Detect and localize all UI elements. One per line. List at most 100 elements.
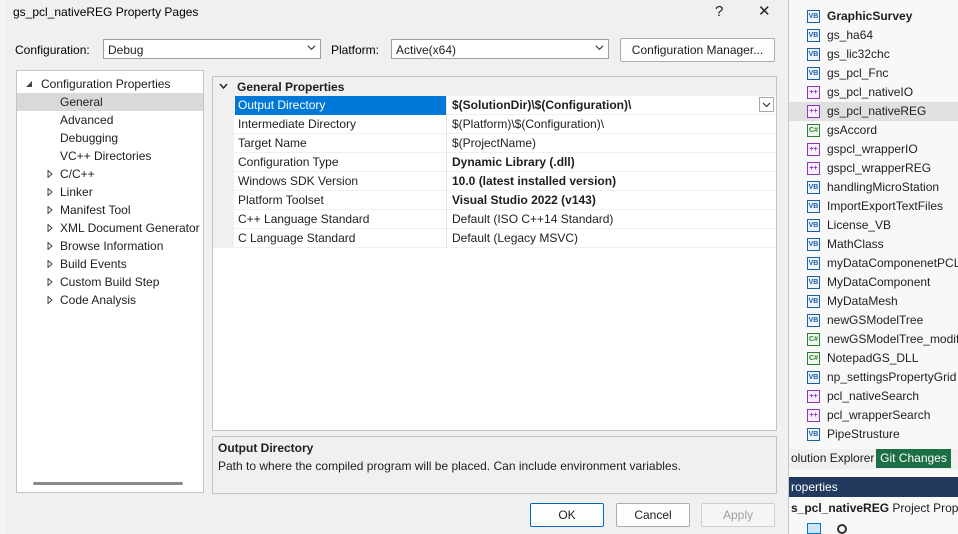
solution-project-item[interactable]: VB License_VB: [789, 216, 958, 235]
solution-project-item[interactable]: ++ gs_pcl_nativeIO: [789, 83, 958, 102]
property-row[interactable]: Target Name $(ProjectName): [213, 134, 776, 153]
vb-project-icon: VB: [807, 428, 820, 441]
solution-project-item[interactable]: ++ pcl_nativeSearch: [789, 387, 958, 406]
tree-item-label: Browse Information: [60, 239, 164, 253]
tree-item[interactable]: Manifest Tool: [17, 201, 203, 219]
project-label: np_settingsPropertyGrid: [827, 370, 957, 384]
tab-git-changes[interactable]: Git Changes: [876, 449, 951, 468]
collapsed-triangle-icon[interactable]: [47, 188, 53, 196]
solution-project-item[interactable]: VB newGSModelTree: [789, 311, 958, 330]
platform-combo[interactable]: Active(x64): [391, 39, 609, 59]
cancel-button[interactable]: Cancel: [616, 503, 690, 527]
solution-project-item[interactable]: VB gs_lic32chc: [789, 45, 958, 64]
apply-button[interactable]: Apply: [701, 503, 775, 527]
property-name[interactable]: Platform Toolset: [235, 191, 447, 210]
collapsed-triangle-icon[interactable]: [47, 278, 53, 286]
solution-project-item[interactable]: VB np_settingsPropertyGrid: [789, 368, 958, 387]
tree-item[interactable]: C/C++: [17, 165, 203, 183]
tree-item[interactable]: General: [17, 93, 203, 111]
tree-item[interactable]: Build Events: [17, 255, 203, 273]
tree-item[interactable]: Code Analysis: [17, 291, 203, 309]
solution-project-item[interactable]: VB MathClass: [789, 235, 958, 254]
property-row[interactable]: Windows SDK Version 10.0 (latest installe…: [213, 172, 776, 191]
expanded-triangle-icon[interactable]: [25, 80, 33, 88]
property-name[interactable]: Configuration Type: [235, 153, 447, 172]
solution-project-item[interactable]: C# gsAccord: [789, 121, 958, 140]
solution-project-item[interactable]: VB PipeStrusture: [789, 425, 958, 444]
property-name[interactable]: Windows SDK Version: [235, 172, 447, 191]
collapsed-triangle-icon[interactable]: [47, 224, 53, 232]
property-value[interactable]: Visual Studio 2022 (v143): [448, 191, 776, 210]
solution-project-item[interactable]: VB MyDataComponent: [789, 273, 958, 292]
tree-item[interactable]: Debugging: [17, 129, 203, 147]
property-value[interactable]: $(SolutionDir)\$(Configuration)\: [448, 96, 776, 115]
solution-project-item[interactable]: C# NotepadGS_DLL: [789, 349, 958, 368]
property-value[interactable]: 10.0 (latest installed version): [448, 172, 776, 191]
project-label: pcl_wrapperSearch: [827, 408, 931, 422]
collapsed-triangle-icon[interactable]: [47, 170, 53, 178]
help-button[interactable]: ?: [715, 3, 723, 20]
project-label: myDataComponenetPCL: [827, 256, 958, 270]
property-row[interactable]: Platform Toolset Visual Studio 2022 (v143…: [213, 191, 776, 210]
project-label: MyDataComponent: [827, 275, 931, 289]
cpp-project-icon: ++: [807, 390, 820, 403]
property-value[interactable]: Dynamic Library (.dll): [448, 153, 776, 172]
tree-item[interactable]: VC++ Directories: [17, 147, 203, 165]
solution-project-item[interactable]: VB MyDataMesh: [789, 292, 958, 311]
property-value[interactable]: $(ProjectName): [448, 134, 776, 153]
tree-item[interactable]: Browse Information: [17, 237, 203, 255]
property-name[interactable]: C++ Language Standard: [235, 210, 447, 229]
tree-item[interactable]: Linker: [17, 183, 203, 201]
property-value[interactable]: $(Platform)\$(Configuration)\: [448, 115, 776, 134]
solution-project-item[interactable]: VB gs_pcl_Fnc: [789, 64, 958, 83]
vb-project-icon: VB: [807, 219, 820, 232]
properties-object-name: s_pcl_nativeREG: [791, 501, 890, 515]
property-name[interactable]: C Language Standard: [235, 229, 447, 248]
tree-root[interactable]: Configuration Properties: [17, 75, 203, 93]
solution-project-item[interactable]: ++ pcl_wrapperSearch: [789, 406, 958, 425]
collapsed-triangle-icon[interactable]: [47, 242, 53, 250]
solution-project-item[interactable]: VB GraphicSurvey: [789, 7, 958, 26]
tree-item[interactable]: Custom Build Step: [17, 273, 203, 291]
property-name[interactable]: Target Name: [235, 134, 447, 153]
close-button[interactable]: ✕: [758, 2, 771, 20]
property-name[interactable]: Output Directory: [235, 96, 447, 115]
solution-project-item[interactable]: VB gs_ha64: [789, 26, 958, 45]
configuration-manager-button[interactable]: Configuration Manager...: [620, 38, 775, 62]
tree-horizontal-scrollbar[interactable]: [33, 482, 183, 485]
property-row[interactable]: C++ Language Standard Default (ISO C++14 …: [213, 210, 776, 229]
configuration-combo[interactable]: Debug: [103, 39, 321, 59]
solution-project-item[interactable]: ++ gs_pcl_nativeREG: [789, 102, 958, 121]
tree-root-label: Configuration Properties: [41, 77, 171, 91]
grid-section-header[interactable]: General Properties: [213, 77, 776, 96]
tab-solution-explorer[interactable]: olution Explorer: [789, 449, 874, 467]
ok-button[interactable]: OK: [530, 503, 604, 527]
collapsed-triangle-icon[interactable]: [47, 260, 53, 268]
property-row[interactable]: Intermediate Directory $(Platform)\$(Conf…: [213, 115, 776, 134]
property-pages-icon[interactable]: [837, 524, 847, 534]
solution-project-item[interactable]: C# newGSModelTree_modify: [789, 330, 958, 349]
solution-project-item[interactable]: VB myDataComponenetPCL: [789, 254, 958, 273]
tree-item[interactable]: XML Document Generator: [17, 219, 203, 237]
property-value[interactable]: Default (ISO C++14 Standard): [448, 210, 776, 229]
collapsed-triangle-icon[interactable]: [47, 206, 53, 214]
collapsed-triangle-icon[interactable]: [47, 296, 53, 304]
solution-project-item[interactable]: ++ gspcl_wrapperIO: [789, 140, 958, 159]
solution-project-item[interactable]: VB handlingMicroStation: [789, 178, 958, 197]
value-dropdown-button[interactable]: [759, 97, 774, 112]
vb-project-icon: VB: [807, 257, 820, 270]
property-name[interactable]: Intermediate Directory: [235, 115, 447, 134]
property-value[interactable]: Default (Legacy MSVC): [448, 229, 776, 248]
project-label: NotepadGS_DLL: [827, 351, 919, 365]
project-label: MyDataMesh: [827, 294, 898, 308]
categorized-icon[interactable]: [807, 523, 821, 534]
collapse-chevron-icon[interactable]: [219, 83, 228, 90]
property-row[interactable]: C Language Standard Default (Legacy MSVC): [213, 229, 776, 248]
property-row[interactable]: Configuration Type Dynamic Library (.dll): [213, 153, 776, 172]
tree-item[interactable]: Advanced: [17, 111, 203, 129]
property-row[interactable]: Output Directory $(SolutionDir)\$(Configu…: [213, 96, 776, 115]
property-tree[interactable]: Configuration Properties General Advanced…: [16, 70, 204, 493]
properties-object-selector[interactable]: s_pcl_nativeREG Project Proper: [789, 498, 958, 518]
solution-project-item[interactable]: ++ gspcl_wrapperREG: [789, 159, 958, 178]
solution-project-item[interactable]: VB ImportExportTextFiles: [789, 197, 958, 216]
